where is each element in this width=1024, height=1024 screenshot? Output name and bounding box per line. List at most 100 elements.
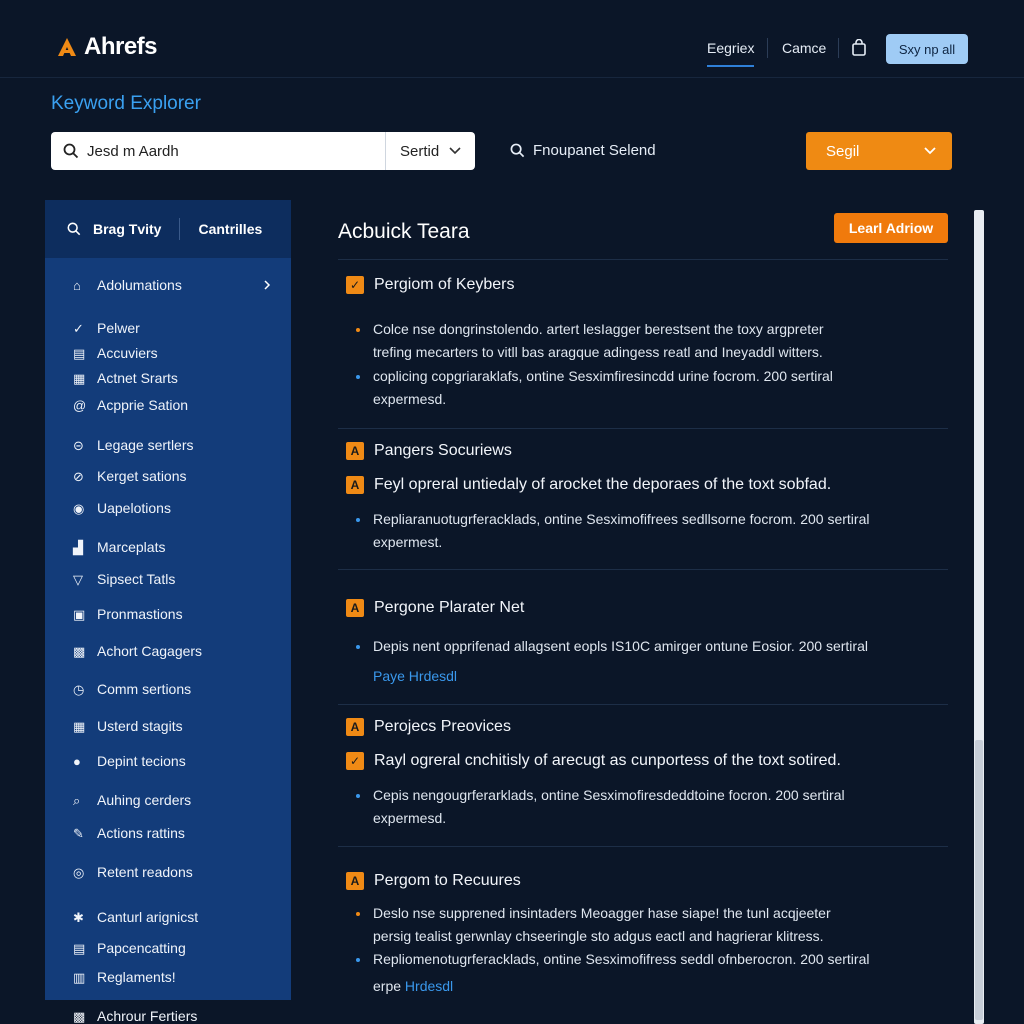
file-icon: ▥ [73,969,86,985]
comment-icon: ● [73,753,81,769]
bullet-text: Cepis nengougrferarklads, ontine Sesximo… [373,787,845,803]
section-heading[interactable]: ✓ Pergiom of Keybers [346,276,515,294]
search-go-label: Segil [826,142,860,160]
sidebar-item[interactable]: ✎ Actions rattins [73,825,185,841]
sidebar-item-label: Retent readons [97,864,193,880]
circle-icon: ⊝ [73,437,84,453]
scrollbar-thumb[interactable] [975,740,983,1020]
bullet-text: Repliomenotugrferacklads, ontine Sesximo… [373,951,870,967]
logo-text: Ahrefs [84,33,158,60]
section-subheading[interactable]: A Feyl opreral untiedaly of arocket the d… [346,476,831,494]
ahrefs-badge-icon: A [346,442,364,460]
bullet-item: Depis nent opprifenad allagsent eopls IS… [356,635,938,658]
logo[interactable]: Ahrefs [56,33,158,61]
ahrefs-badge-icon: A [346,872,364,890]
sidebar-item[interactable]: ▣ Pronmastions [73,606,183,622]
sidebar-item[interactable]: ▩ Achort Cagagers [73,643,202,659]
sidebar-item[interactable]: ⌂ Adolumations [73,277,182,293]
bullet-item: Colce nse dongrinstolendo. artert lesIag… [356,318,938,364]
sidebar-item-label: Papcencatting [97,940,186,956]
sidebar-tab-2[interactable]: Cantrilles [198,221,262,237]
section-heading-text: Perojecs Preovices [374,718,511,735]
settings-icon: ✱ [73,909,84,925]
nav-link-2[interactable]: Camce [782,40,826,56]
nav-link-1[interactable]: Eegriex [707,40,755,67]
section-link-text: Hrdesdl [404,978,454,994]
sidebar-item[interactable]: ▽ Sipsect Tatls [73,571,175,587]
section-subheading-text: Rayl ogreral cnchitisly of arecugt as cu… [374,752,841,769]
sidebar-item[interactable]: ● Depint tecions [73,753,186,769]
sidebar-item[interactable]: ✱ Canturl arignicst [73,909,198,925]
sidebar-item-label: Uapelotions [97,500,171,516]
target-icon: ◉ [73,500,85,516]
tab-divider [179,218,181,240]
sidebar-item[interactable]: ▦ Actnet Srarts [73,370,178,386]
grid-icon: ▦ [73,370,86,386]
signup-button[interactable]: Sxy np all [886,34,968,64]
bullet-text: expermest. [373,534,443,551]
learn-button[interactable]: Learl Adriow [834,213,948,243]
bar-chart-icon: ▟ [73,539,83,555]
sidebar-item-label: Reglaments! [97,969,176,985]
search-icon [63,143,79,159]
search-input[interactable]: Jesd m Aardh Sertid [51,132,475,170]
sidebar-item-label: Canturl arignicst [97,909,199,925]
sidebar-item[interactable]: ▟ Marceplats [73,539,165,555]
sidebar-tab-1[interactable]: Brag Tvity [93,221,161,237]
sidebar-item[interactable]: ◎ Retent readons [73,864,193,880]
frequent-search-label: Fnoupanet Selend [533,142,656,159]
search-icon: ⌕ [73,792,81,808]
section-heading[interactable]: A Pangers Socuriews [346,442,512,460]
search-go-button[interactable]: Segil [806,132,952,170]
sidebar-item[interactable]: ▤ Accuviers [73,345,158,361]
bullet-dot-icon [356,912,360,916]
bullet-item: Repliomenotugrferacklads, ontine Sesximo… [356,948,938,971]
bullet-item: coplicing copgriaraklafs, ontine Sesximf… [356,365,938,411]
bullet-text: Colce nse dongrinstolendo. artert lesIag… [373,321,824,337]
bullet-text: Depis nent opprifenad allagsent eopls IS… [373,638,868,654]
section-heading[interactable]: A Pergone Plarater Net [346,599,524,617]
sidebar-item[interactable]: ◉ Uapelotions [73,500,171,516]
sidebar-item-label: Auhing cerders [97,792,192,808]
sidebar-item[interactable]: ⌕ Auhing cerders [73,792,191,808]
image-icon: ▩ [73,643,86,659]
sidebar-item[interactable]: ▩ Achrour Fertiers [73,1008,197,1024]
bag-icon[interactable] [851,39,867,57]
section-heading[interactable]: A Pergom to Recuures [346,872,521,890]
bullet-text: expermesd. [373,810,447,827]
search-select[interactable]: Sertid [385,132,475,170]
book-icon: ▣ [73,606,86,622]
at-icon: @ [73,397,87,413]
page-title: Keyword Explorer [51,93,201,114]
section-link[interactable]: Paye Hrdesdl [373,668,457,684]
section-divider [338,259,948,260]
checkbox-icon: ✓ [346,752,364,770]
bullet-text: persig tealist gerwnlay chseeringle sto … [373,928,824,945]
link-icon: ▩ [73,1008,86,1024]
chevron-right-icon[interactable] [262,280,272,290]
doc-icon: ▤ [73,345,86,361]
section-subheading[interactable]: ✓ Rayl ogreral cnchitisly of arecugt as c… [346,752,841,770]
section-link[interactable]: erpe Hrdesdl [373,978,453,994]
sidebar-item-label: Kerget sations [97,468,187,484]
sidebar-item[interactable]: ⊘ Kerget sations [73,468,187,484]
sidebar-item[interactable]: ▥ Reglaments! [73,969,176,985]
bullet-text: expermesd. [373,391,447,408]
scrollbar[interactable] [974,210,984,1024]
sidebar: Brag Tvity Cantrilles ⌂ Adolumations ✓ Pelw… [45,200,291,1024]
sidebar-item[interactable]: ✓ Pelwer [73,320,140,336]
content-title: Acbuick Teara [338,220,470,243]
section-heading[interactable]: A Perojecs Preovices [346,718,511,736]
chevron-down-icon [449,147,461,155]
sidebar-item[interactable]: ▤ Papcencatting [73,940,186,956]
sidebar-item[interactable]: ▦ Usterd stagits [73,718,183,734]
bullet-dot-icon [356,645,360,649]
ahrefs-badge-icon: A [346,718,364,736]
chevron-down-icon [924,147,936,155]
sidebar-item[interactable]: ⊝ Legage sertlers [73,437,194,453]
sidebar-item[interactable]: ◷ Comm sertions [73,681,191,697]
frequent-search-link[interactable]: Fnoupanet Selend [510,142,656,159]
nav-divider [767,38,768,58]
top-bar: Ahrefs Eegriex Camce Sxy np all [0,0,1024,78]
sidebar-item[interactable]: @ Acpprie Sation [73,397,188,413]
